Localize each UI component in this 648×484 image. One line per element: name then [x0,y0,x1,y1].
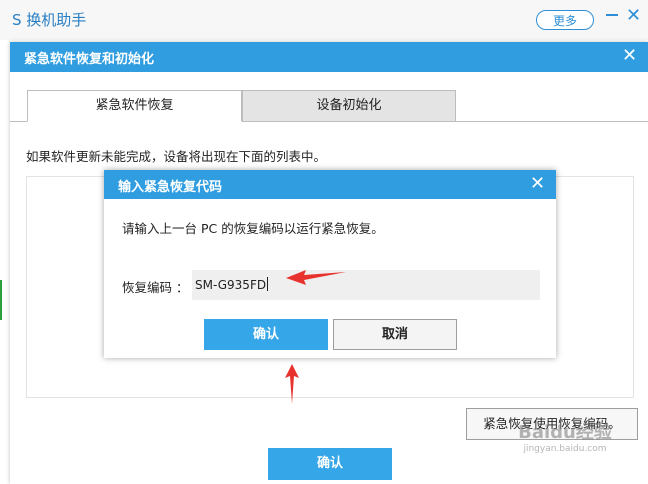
text-caret [267,277,269,291]
modal-title: 输入紧急恢复代码 [118,180,223,195]
dialog-title: 紧急软件恢复和初始化 [24,52,155,67]
arrow-up-icon [285,364,299,404]
arrow-left-icon [286,270,346,285]
minimize-icon[interactable] [606,14,618,16]
side-accent-bar [0,280,2,320]
close-icon[interactable]: ✕ [626,6,641,26]
modal-title-bar: 输入紧急恢复代码 ✕ [104,170,556,199]
tab-emergency-recovery[interactable]: 紧急软件恢复 [27,90,242,122]
watermark-url: jingyan.baidu.com [523,444,607,454]
watermark-logo: Baidu经验 [518,422,612,443]
recovery-code-value: SM-G935FD [195,278,267,292]
watermark: Baidu经验 jingyan.baidu.com [490,418,640,454]
confirm-button[interactable]: 确认 [268,448,392,480]
recovery-code-modal: 输入紧急恢复代码 ✕ 请输入上一台 PC 的恢复编码以运行紧急恢复。 恢复编码 … [104,170,556,358]
tab-device-initialize[interactable]: 设备初始化 [242,90,456,122]
modal-message: 请输入上一台 PC 的恢复编码以运行紧急恢复。 [122,221,384,236]
modal-cancel-button[interactable]: 取消 [333,319,457,350]
close-icon[interactable]: ✕ [622,45,637,67]
app-title: S 换机助手 [12,11,87,29]
info-text: 如果软件更新未能完成，设备将出现在下面的列表中。 [26,149,327,164]
more-button[interactable]: 更多 [536,10,594,30]
dialog-title-bar: 紧急软件恢复和初始化 ✕ [10,42,648,72]
modal-confirm-button[interactable]: 确认 [204,319,328,350]
recovery-code-label: 恢复编码 ： [122,280,189,295]
app-title-bar: S 换机助手 更多 ✕ [0,0,648,40]
close-icon[interactable]: ✕ [530,173,545,195]
recovery-code-input[interactable]: SM-G935FD [192,270,540,300]
